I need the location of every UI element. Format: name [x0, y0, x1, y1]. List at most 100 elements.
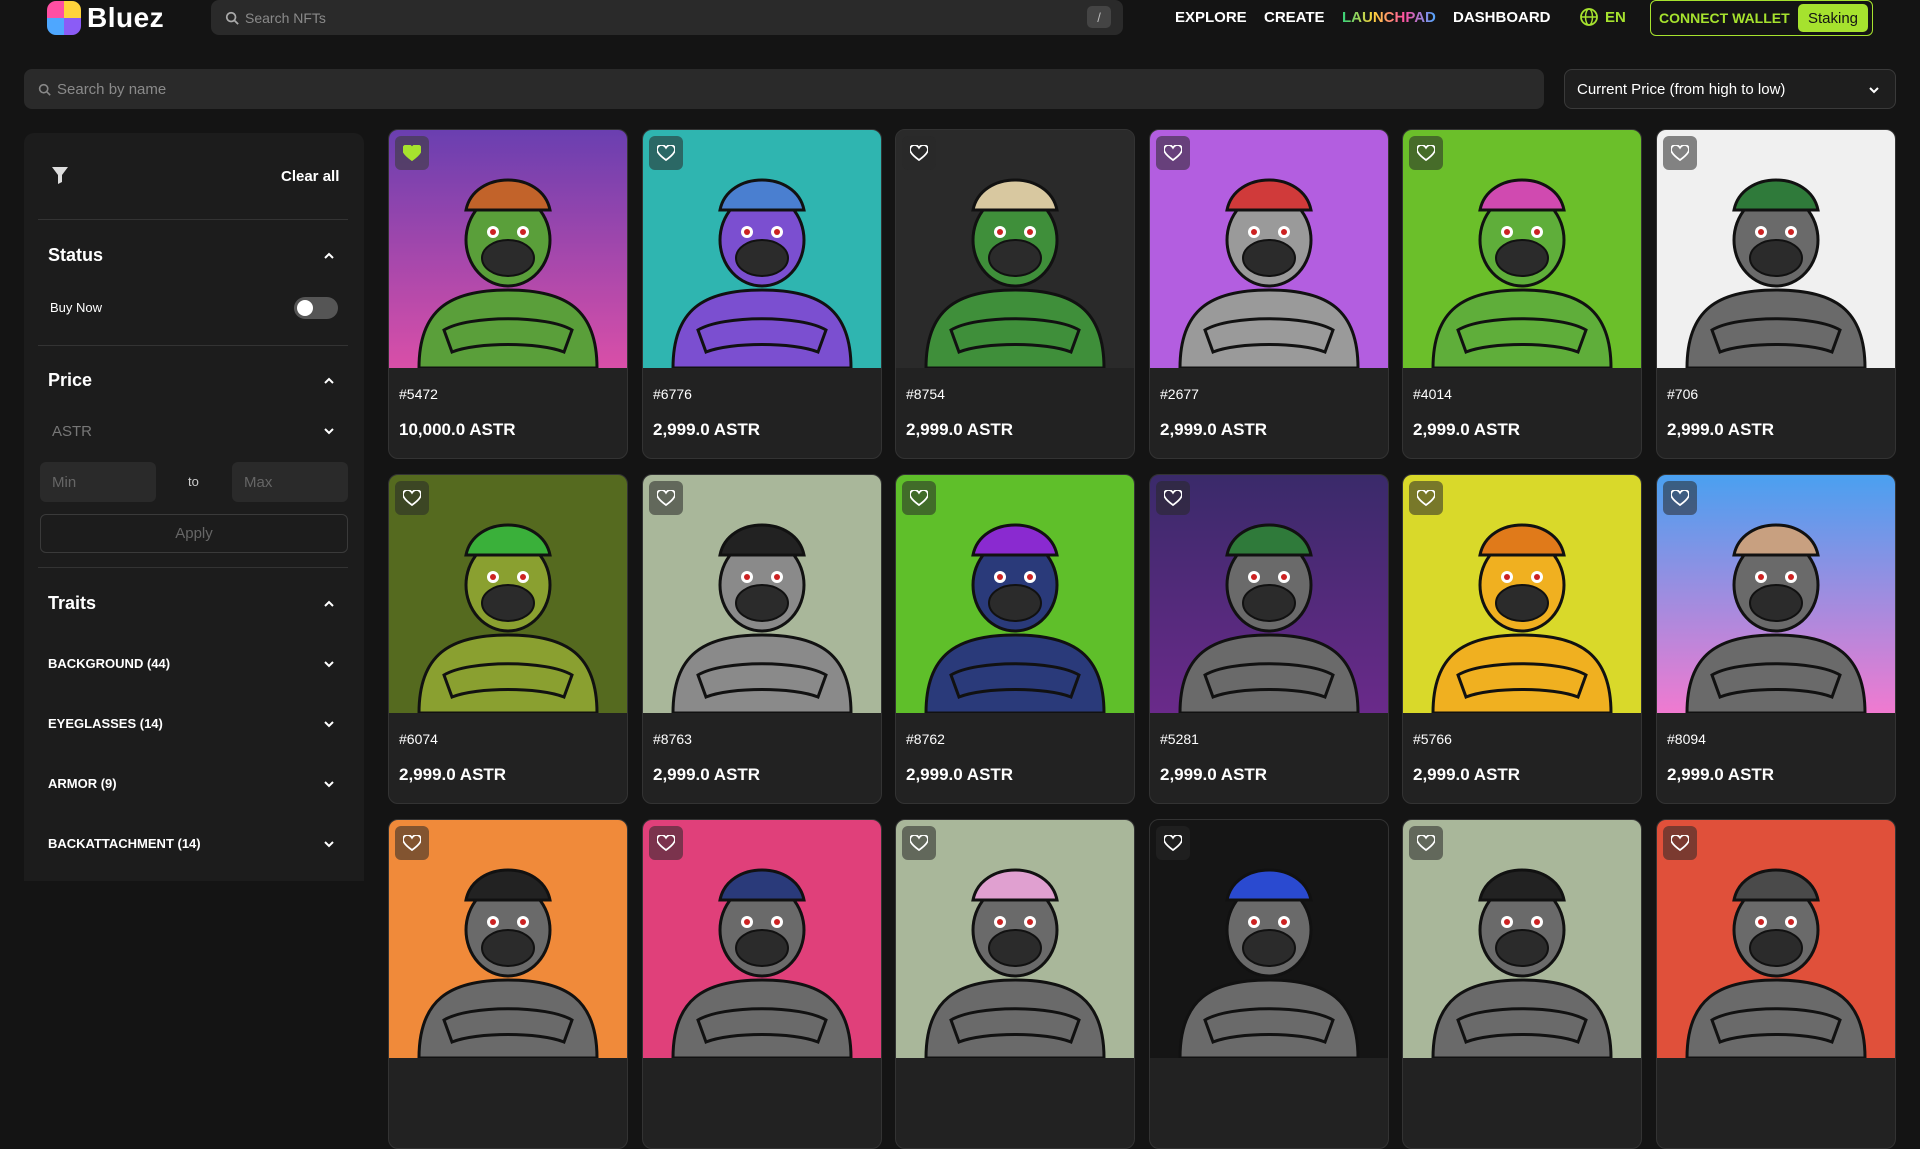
price-max-input[interactable]	[232, 462, 348, 502]
heart-icon	[657, 835, 675, 851]
name-search-bar[interactable]	[24, 69, 1544, 109]
status-section-title[interactable]: Status	[48, 245, 103, 266]
nft-price: 2,999.0 ASTR	[399, 765, 507, 784]
connect-wallet-button[interactable]: CONNECT WALLET	[1659, 10, 1801, 26]
heart-icon	[1164, 835, 1182, 851]
heart-icon	[1417, 145, 1435, 161]
favorite-button[interactable]	[1409, 481, 1443, 515]
nft-card[interactable]	[1402, 819, 1642, 1149]
search-icon	[38, 83, 51, 96]
nft-price: 2,999.0 ASTR	[1160, 765, 1268, 784]
nav-launchpad[interactable]: LAUNCHPAD	[1342, 0, 1436, 34]
nft-card[interactable]: #2677 2,999.0 ASTR	[1149, 129, 1389, 459]
nft-card[interactable]: #8763 2,999.0 ASTR	[642, 474, 882, 804]
favorite-button[interactable]	[1156, 826, 1190, 860]
brand-logo[interactable]: Bluez	[47, 0, 164, 36]
staking-button[interactable]: Staking	[1798, 4, 1868, 32]
favorite-button[interactable]	[902, 826, 936, 860]
chevron-down-icon[interactable]	[322, 424, 336, 438]
trait-eyeglasses[interactable]: EYEGLASSES (14)	[48, 716, 163, 731]
heart-icon	[1671, 835, 1689, 851]
price-section-title[interactable]: Price	[48, 370, 92, 391]
heart-icon	[1164, 145, 1182, 161]
brand-name: Bluez	[87, 2, 165, 33]
heart-icon	[657, 145, 675, 161]
nft-token-id: #8094	[1667, 731, 1706, 747]
nft-price: 2,999.0 ASTR	[1667, 420, 1775, 439]
currency-select[interactable]: ASTR	[52, 423, 92, 440]
nft-card[interactable]: #6074 2,999.0 ASTR	[388, 474, 628, 804]
nft-price: 2,999.0 ASTR	[906, 420, 1014, 439]
nft-card[interactable]: #8762 2,999.0 ASTR	[895, 474, 1135, 804]
top-header: Bluez / EXPLORE CREATE LAUNCHPAD DASHBOA…	[0, 0, 1920, 36]
favorite-button[interactable]	[1409, 136, 1443, 170]
nft-card[interactable]: #5281 2,999.0 ASTR	[1149, 474, 1389, 804]
favorite-button[interactable]	[1663, 481, 1697, 515]
nav-create[interactable]: CREATE	[1264, 0, 1325, 34]
favorite-button[interactable]	[649, 826, 683, 860]
nft-card[interactable]: #8094 2,999.0 ASTR	[1656, 474, 1896, 804]
chevron-down-icon[interactable]	[322, 777, 336, 791]
favorite-button[interactable]	[395, 136, 429, 170]
heart-icon	[910, 835, 928, 851]
chevron-up-icon[interactable]	[322, 374, 336, 388]
favorite-button[interactable]	[1409, 826, 1443, 860]
chevron-down-icon[interactable]	[322, 837, 336, 851]
clear-all-button[interactable]: Clear all	[281, 168, 339, 185]
nft-price: 2,999.0 ASTR	[906, 765, 1014, 784]
nft-card[interactable]	[388, 819, 628, 1149]
nav-dashboard[interactable]: DASHBOARD	[1453, 0, 1551, 34]
nft-search-bar[interactable]: /	[211, 0, 1123, 35]
divider	[38, 219, 348, 220]
nft-price: 2,999.0 ASTR	[1667, 765, 1775, 784]
favorite-button[interactable]	[1663, 136, 1697, 170]
favorite-button[interactable]	[649, 136, 683, 170]
favorite-button[interactable]	[1156, 136, 1190, 170]
filter-icon[interactable]	[50, 165, 70, 185]
logo-mark-icon	[47, 1, 81, 35]
chevron-up-icon[interactable]	[322, 597, 336, 611]
chevron-down-icon[interactable]	[322, 657, 336, 671]
nft-search-input[interactable]	[245, 9, 1065, 26]
favorite-button[interactable]	[1663, 826, 1697, 860]
nft-price: 2,999.0 ASTR	[653, 420, 761, 439]
sort-dropdown[interactable]: Current Price (from high to low)	[1564, 69, 1896, 109]
buy-now-toggle[interactable]	[294, 297, 338, 319]
nft-token-id: #5472	[399, 386, 438, 402]
divider	[38, 567, 348, 568]
trait-backattachment[interactable]: BACKATTACHMENT (14)	[48, 836, 201, 851]
toggle-knob	[297, 300, 313, 316]
favorite-button[interactable]	[902, 481, 936, 515]
language-selector[interactable]: EN	[1579, 0, 1626, 34]
favorite-button[interactable]	[395, 826, 429, 860]
chevron-up-icon[interactable]	[322, 249, 336, 263]
nft-card[interactable]	[895, 819, 1135, 1149]
nft-token-id: #6074	[399, 731, 438, 747]
heart-icon	[1417, 835, 1435, 851]
favorite-button[interactable]	[649, 481, 683, 515]
favorite-button[interactable]	[395, 481, 429, 515]
nft-card[interactable]: #8754 2,999.0 ASTR	[895, 129, 1135, 459]
name-search-input[interactable]	[57, 80, 1507, 98]
trait-background[interactable]: BACKGROUND (44)	[48, 656, 170, 671]
price-min-input[interactable]	[40, 462, 156, 502]
chevron-down-icon[interactable]	[322, 717, 336, 731]
apply-price-button[interactable]: Apply	[40, 514, 348, 553]
nft-price: 2,999.0 ASTR	[1413, 765, 1521, 784]
nft-card[interactable]	[642, 819, 882, 1149]
heart-icon	[1164, 490, 1182, 506]
nft-card[interactable]: #706 2,999.0 ASTR	[1656, 129, 1896, 459]
trait-armor[interactable]: ARMOR (9)	[48, 776, 117, 791]
nft-card[interactable]: #6776 2,999.0 ASTR	[642, 129, 882, 459]
nft-card[interactable]	[1656, 819, 1896, 1149]
nft-token-id: #5281	[1160, 731, 1199, 747]
nav-explore[interactable]: EXPLORE	[1175, 0, 1247, 34]
nft-card[interactable]: #5472 10,000.0 ASTR	[388, 129, 628, 459]
favorite-button[interactable]	[1156, 481, 1190, 515]
nft-card[interactable]: #4014 2,999.0 ASTR	[1402, 129, 1642, 459]
traits-section-title[interactable]: Traits	[48, 593, 96, 614]
favorite-button[interactable]	[902, 136, 936, 170]
wallet-group: CONNECT WALLET Staking	[1650, 0, 1873, 36]
nft-card[interactable]: #5766 2,999.0 ASTR	[1402, 474, 1642, 804]
nft-card[interactable]	[1149, 819, 1389, 1149]
